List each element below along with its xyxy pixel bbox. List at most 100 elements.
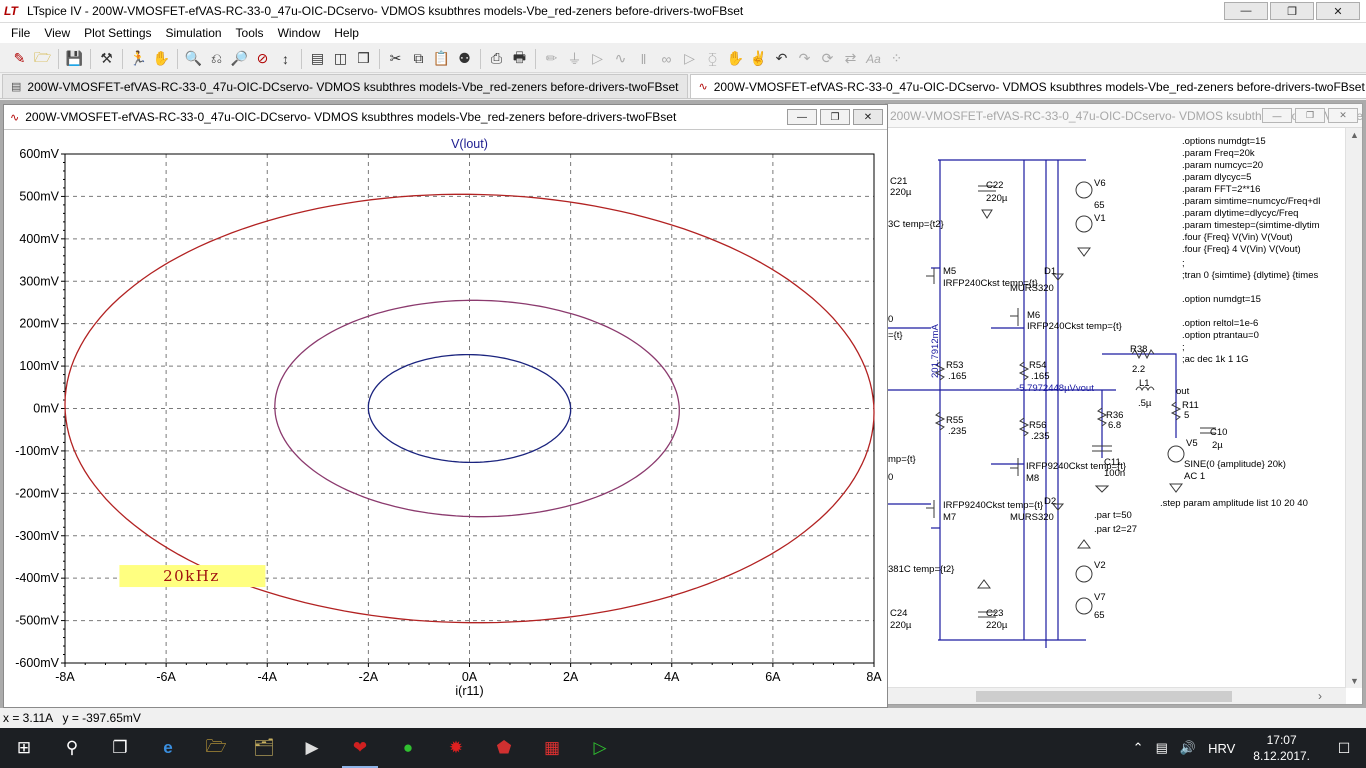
schematic-label: V7 xyxy=(1094,592,1106,603)
tab-plot[interactable]: ∿ 200W-VMOSFET-efVAS-RC-33-0_47u-OIC-DCs… xyxy=(689,74,1366,98)
folder-icon[interactable]: 🗂 xyxy=(240,728,288,768)
run-icon[interactable]: 🏃 xyxy=(127,48,150,70)
print-preview-icon[interactable]: ⎙ xyxy=(485,48,508,70)
language-indicator[interactable]: HRV xyxy=(1202,741,1241,756)
schematic-label: D1 xyxy=(1044,266,1056,277)
scroll-right-icon[interactable]: › xyxy=(1318,689,1322,703)
schematic-label: R38 xyxy=(1130,344,1147,355)
open-icon[interactable]: 🗁 xyxy=(31,48,54,70)
wire-icon[interactable]: ✏ xyxy=(540,48,563,70)
schematic-vertical-scrollbar[interactable]: ▲ ▼ xyxy=(1345,128,1362,688)
schematic-label: 2.2 xyxy=(1132,364,1145,375)
copy-icon[interactable]: ⧉ xyxy=(407,48,430,70)
menu-bar: File View Plot Settings Simulation Tools… xyxy=(0,23,1366,43)
control-panel-icon[interactable]: ⚒ xyxy=(95,48,118,70)
cascade-icon[interactable]: ❒ xyxy=(352,48,375,70)
menu-file[interactable]: File xyxy=(4,26,37,40)
paste-icon[interactable]: 📋 xyxy=(430,48,453,70)
zoom-out-icon[interactable]: 🔎 xyxy=(228,48,251,70)
volume-icon[interactable]: 🔊 xyxy=(1174,740,1202,756)
schematic-label: 65 xyxy=(1094,610,1105,621)
print-icon[interactable]: 🖶 xyxy=(508,48,531,70)
schematic-label: mp={t} xyxy=(888,454,916,465)
start-icon[interactable]: ⊞ xyxy=(0,728,48,768)
plot-window[interactable]: ∿ 200W-VMOSFET-efVAS-RC-33-0_47u-OIC-DCs… xyxy=(3,104,888,708)
x-tick-label: -4A xyxy=(258,670,278,684)
menu-plot-settings[interactable]: Plot Settings xyxy=(77,26,158,40)
restore-button[interactable]: ❐ xyxy=(1270,2,1314,20)
schematic-label: M6 xyxy=(1027,310,1040,321)
clock[interactable]: 17:07 8.12.2017. xyxy=(1241,732,1322,764)
mirror-icon[interactable]: ⇄ xyxy=(839,48,862,70)
edge-icon[interactable]: e xyxy=(144,728,192,768)
cut-icon[interactable]: ✂ xyxy=(384,48,407,70)
file-explorer-icon[interactable]: 🗁 xyxy=(192,728,240,768)
chevron-up-icon[interactable]: ⌃ xyxy=(1127,740,1150,756)
task-view-icon[interactable]: ❐ xyxy=(96,728,144,768)
resistor-icon[interactable]: ∿ xyxy=(609,48,632,70)
autorange-icon[interactable]: ↕ xyxy=(274,48,297,70)
plot-close-button[interactable]: ✕ xyxy=(853,109,883,125)
media-icon[interactable]: ▶ xyxy=(288,728,336,768)
schematic-canvas[interactable]: C21 220µ C22 220µ V6 65 V1 3C temp={t2} … xyxy=(886,128,1346,688)
scroll-down-icon[interactable]: ▼ xyxy=(1350,676,1359,686)
scroll-thumb[interactable] xyxy=(976,691,1232,702)
move-icon[interactable]: ✋ xyxy=(724,48,747,70)
x-axis-label[interactable]: i(r11) xyxy=(455,684,483,698)
zoom-in-icon[interactable]: 🔍 xyxy=(182,48,205,70)
diode-icon[interactable]: ▷ xyxy=(678,48,701,70)
network-icon[interactable]: ▤ xyxy=(1150,740,1174,756)
plot-minimize-button[interactable]: — xyxy=(787,109,817,125)
schematic-restore-button[interactable]: ❐ xyxy=(1295,108,1325,123)
menu-view[interactable]: View xyxy=(37,26,77,40)
schematic-label: AC 1 xyxy=(1184,471,1205,482)
save-icon[interactable]: 💾 xyxy=(63,48,86,70)
component-icon[interactable]: ⧲ xyxy=(701,48,724,70)
ground-icon[interactable]: ⏚ xyxy=(563,48,586,70)
inductor-icon[interactable]: ∞ xyxy=(655,48,678,70)
drag-icon[interactable]: ✌ xyxy=(747,48,770,70)
gem-app-icon[interactable]: ⬟ xyxy=(480,728,528,768)
new-schematic-icon[interactable]: ✎ xyxy=(8,48,31,70)
find-icon[interactable]: ⚉ xyxy=(453,48,476,70)
menu-simulation[interactable]: Simulation xyxy=(159,26,229,40)
label-icon[interactable]: ▷ xyxy=(586,48,609,70)
toolbar-separator xyxy=(90,48,91,69)
tab-schematic[interactable]: ▤ 200W-VMOSFET-efVAS-RC-33-0_47u-OIC-DCs… xyxy=(2,74,688,98)
schematic-window[interactable]: 200W-VMOSFET-efVAS-RC-33-0_47u-OIC-DCser… xyxy=(885,103,1363,705)
wave-app-icon[interactable]: ▷ xyxy=(576,728,624,768)
schematic-close-button[interactable]: ✕ xyxy=(1328,108,1358,123)
tile-horizontal-icon[interactable]: ▤ xyxy=(306,48,329,70)
trace-label[interactable]: V(lout) xyxy=(451,137,488,151)
spice-directive-icon[interactable]: ⁘ xyxy=(885,48,908,70)
pcb-app-icon[interactable]: ✹ xyxy=(432,728,480,768)
scroll-up-icon[interactable]: ▲ xyxy=(1350,130,1359,140)
waveform-plot[interactable]: V(lout) -8A -6A -4A -2A 0A 2A 4A 6A 8A 600mV 500mV… xyxy=(4,130,887,707)
clock-time: 17:07 xyxy=(1266,733,1297,747)
schematic-label: IRFP9240Ckst temp={t} xyxy=(943,500,1043,511)
ltspice-icon[interactable]: ❤ xyxy=(336,728,384,768)
zoom-back-icon[interactable]: ⎌ xyxy=(205,48,228,70)
network-app-icon[interactable]: ● xyxy=(384,728,432,768)
pan-icon[interactable]: ✋ xyxy=(150,48,173,70)
menu-tools[interactable]: Tools xyxy=(229,26,271,40)
undo-icon[interactable]: ↶ xyxy=(770,48,793,70)
plot-restore-button[interactable]: ❐ xyxy=(820,109,850,125)
menu-window[interactable]: Window xyxy=(271,26,328,40)
schematic-minimize-button[interactable]: — xyxy=(1262,108,1292,123)
search-icon[interactable]: ⚲ xyxy=(48,728,96,768)
menu-help[interactable]: Help xyxy=(327,26,366,40)
notification-icon[interactable]: ☐ xyxy=(1322,740,1366,757)
waveform-icon: ∿ xyxy=(10,111,20,124)
pdf-icon[interactable]: ▦ xyxy=(528,728,576,768)
x-tick-label: -6A xyxy=(156,670,176,684)
schematic-horizontal-scrollbar[interactable]: › xyxy=(886,687,1346,704)
close-button[interactable]: ✕ xyxy=(1316,2,1360,20)
redo-icon[interactable]: ↷ xyxy=(793,48,816,70)
rotate-icon[interactable]: ⟳ xyxy=(816,48,839,70)
tile-vertical-icon[interactable]: ◫ xyxy=(329,48,352,70)
minimize-button[interactable]: — xyxy=(1224,2,1268,20)
capacitor-icon[interactable]: ‖ xyxy=(632,48,655,70)
zoom-cancel-icon[interactable]: ⊘ xyxy=(251,48,274,70)
text-icon[interactable]: Aa xyxy=(862,48,885,70)
